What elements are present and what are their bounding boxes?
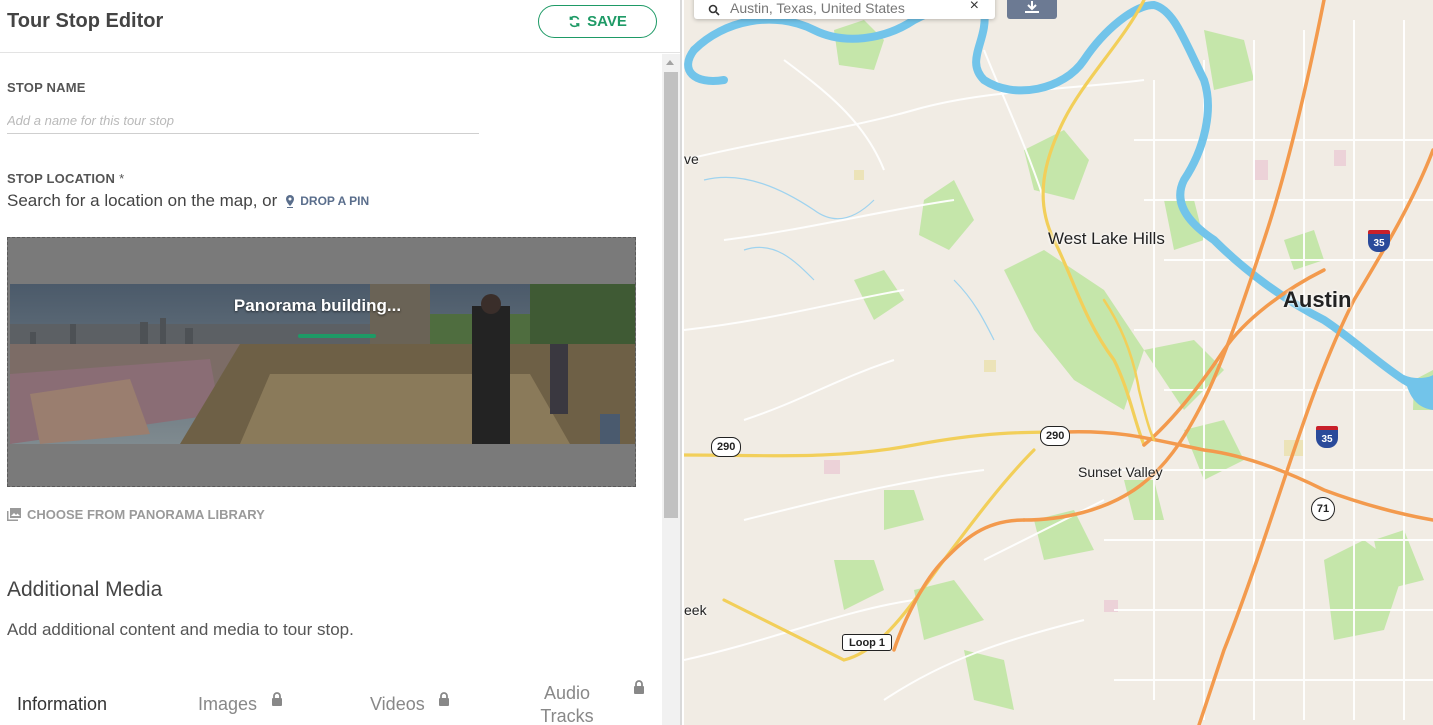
location-instructions: Search for a location on the map, or DRO…: [7, 191, 369, 211]
download-icon: [1025, 1, 1039, 13]
map-pin-icon: [286, 194, 295, 208]
lock-icon: [272, 692, 282, 706]
close-icon[interactable]: ×: [970, 0, 979, 15]
panorama-dropzone[interactable]: Panorama building...: [7, 237, 636, 487]
lock-icon: [439, 692, 449, 706]
highway-shield-us290-west: 290: [711, 437, 742, 457]
map-search-box[interactable]: ×: [694, 0, 995, 19]
highway-shield-loop1: Loop 1: [842, 634, 893, 651]
panel-scrollbar[interactable]: [662, 54, 680, 725]
stop-location-label-text: STOP LOCATION: [7, 171, 116, 186]
tab-information[interactable]: Information: [17, 694, 107, 715]
map-label-west-lake-hills: West Lake Hills: [1048, 229, 1165, 248]
tab-audio-tracks[interactable]: Audio Tracks: [532, 682, 602, 725]
map-view[interactable]: × Austin West Lake Hills Sunset Valley v…: [684, 0, 1433, 725]
map-label-edge-top: ve: [684, 151, 699, 167]
search-icon: [708, 4, 720, 16]
image-library-icon: [7, 508, 21, 521]
drop-pin-label: DROP A PIN: [300, 194, 370, 208]
additional-media-description: Add additional content and media to tour…: [7, 620, 354, 639]
stop-name-label: STOP NAME: [7, 80, 86, 95]
panorama-progress-bar: [298, 334, 376, 338]
location-search-text: Search for a location on the map, or: [7, 191, 278, 210]
drop-pin-link[interactable]: DROP A PIN: [285, 194, 369, 208]
highway-shield-sh71: 71: [1311, 497, 1335, 521]
required-mark: *: [119, 171, 125, 186]
tour-stop-editor-panel: Tour Stop Editor SAVE STOP NAME STOP LOC…: [0, 0, 682, 725]
choose-from-library-link[interactable]: CHOOSE FROM PANORAMA LIBRARY: [7, 507, 265, 522]
page-title: Tour Stop Editor: [7, 10, 164, 32]
editor-header: Tour Stop Editor SAVE: [0, 0, 680, 53]
additional-media-title: Additional Media: [7, 578, 163, 601]
map-search-input[interactable]: [730, 0, 930, 16]
refresh-icon: [569, 15, 580, 28]
map-canvas[interactable]: [684, 0, 1433, 725]
choose-library-label: CHOOSE FROM PANORAMA LIBRARY: [27, 507, 265, 522]
tab-images[interactable]: Images: [198, 694, 257, 715]
media-tabs: Information Images Videos Audio Tracks: [0, 680, 662, 725]
highway-shield-i35-north: 35: [1368, 230, 1390, 252]
scroll-thumb[interactable]: [664, 72, 678, 518]
save-label: SAVE: [587, 13, 627, 30]
map-label-sunset-valley: Sunset Valley: [1078, 464, 1163, 480]
panorama-status-text: Panorama building...: [233, 296, 402, 315]
lock-icon: [634, 680, 644, 694]
map-label-edge-bottom: eek: [684, 602, 707, 618]
highway-shield-us290-east: 290: [1040, 426, 1071, 446]
highway-shield-i35-south: 35: [1316, 426, 1338, 448]
stop-name-input[interactable]: [7, 107, 479, 134]
save-button[interactable]: SAVE: [538, 5, 657, 38]
stop-location-label: STOP LOCATION *: [7, 171, 124, 186]
map-download-button[interactable]: [1007, 0, 1057, 19]
tab-videos[interactable]: Videos: [370, 694, 425, 715]
scroll-up-arrow-icon[interactable]: [666, 60, 674, 65]
map-label-austin: Austin: [1283, 287, 1352, 312]
